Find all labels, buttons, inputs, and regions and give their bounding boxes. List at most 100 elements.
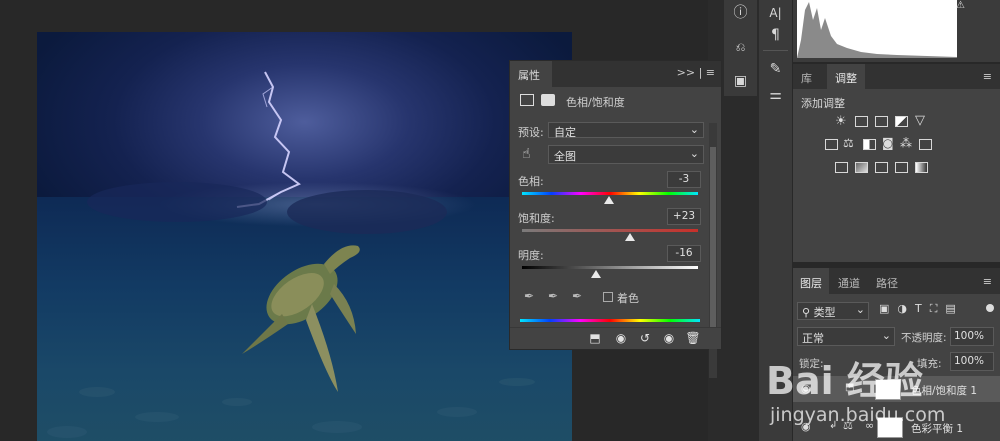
saturation-slider[interactable]	[522, 229, 698, 232]
color-bar	[520, 319, 700, 322]
exposure-icon[interactable]	[895, 116, 908, 127]
colorize-checkbox[interactable]	[603, 292, 613, 302]
reset-icon[interactable]: ↺	[636, 331, 654, 347]
delete-icon[interactable]: 🗑	[684, 331, 702, 347]
opacity-label: 不透明度:	[901, 332, 947, 344]
selective-color-icon[interactable]	[895, 162, 908, 173]
document-canvas[interactable]	[37, 32, 572, 441]
saturation-input[interactable]: +23	[667, 208, 701, 225]
layers-tabbar: 图层 通道 路径 ≡	[793, 268, 1000, 294]
histogram-graph	[797, 0, 957, 58]
panel-menu-icon[interactable]: ≡	[983, 275, 992, 288]
chevron-down-icon: ⌄	[881, 329, 891, 342]
panel-menu-icon[interactable]: ≡	[983, 70, 992, 83]
blend-mode-select[interactable]: 正常 ⌄	[797, 327, 895, 346]
layer-comps-icon[interactable]: ▣	[728, 70, 753, 92]
tab-adjustments[interactable]: 调整	[827, 64, 865, 89]
scrollbar-thumb[interactable]	[710, 147, 716, 337]
tool-icon-column: A| ¶ ✎ ⚌	[759, 0, 792, 441]
color-lookup-icon[interactable]	[919, 139, 932, 150]
hue-slider[interactable]	[522, 192, 698, 195]
tab-paths[interactable]: 路径	[869, 268, 905, 294]
filter-toggle[interactable]	[986, 304, 994, 312]
properties-footer: ⬒ ◉ ↺ ◉ 🗑	[510, 327, 721, 349]
panel-menu-icon[interactable]: ≡	[706, 66, 715, 79]
tab-layers[interactable]: 图层	[793, 268, 829, 294]
lock-label: 锁定:	[799, 358, 824, 370]
adjustment-title: 色相/饱和度	[566, 96, 625, 109]
photo-filter-icon[interactable]: ◙	[882, 136, 894, 150]
tab-channels[interactable]: 通道	[831, 268, 867, 294]
vibrance-icon[interactable]: ▽	[915, 113, 925, 128]
invert-icon[interactable]	[835, 162, 848, 173]
saturation-label: 饱和度:	[518, 212, 555, 225]
target-adjust-icon[interactable]: ☝	[522, 146, 531, 162]
collapse-button[interactable]: >> | ≡	[677, 66, 715, 79]
fill-input[interactable]: 100%	[950, 352, 994, 371]
lightness-slider[interactable]	[522, 266, 698, 269]
layer-row[interactable]: ◉ ↲ ⚖ ∞ 色彩平衡 1	[793, 414, 1000, 440]
hue-input[interactable]: -3	[667, 171, 701, 188]
posterize-icon[interactable]	[855, 162, 868, 173]
chevron-down-icon: ⌄	[689, 147, 699, 160]
brush-settings-icon[interactable]: ⚌	[763, 84, 788, 106]
layers-panel: 图层 通道 路径 ≡ ⚲ 类型 ⌄ ▣◑T⛶▤ 正常 ⌄ 不透明度: 100% …	[793, 268, 1000, 441]
levels-icon[interactable]	[855, 116, 868, 127]
lightness-slider-thumb[interactable]	[590, 270, 601, 278]
history-icon[interactable]: ⎌	[728, 36, 753, 58]
layer-mask-thumbnail[interactable]	[877, 417, 903, 438]
info-icon[interactable]: ⓘ	[728, 2, 753, 24]
saturation-slider-thumb[interactable]	[625, 233, 636, 241]
visibility-icon[interactable]: ◉	[801, 382, 811, 395]
black-white-icon[interactable]	[863, 139, 876, 150]
histogram-panel: ⚠	[793, 0, 1000, 62]
adjustments-tabbar: 库 调整 ≡	[793, 64, 1000, 89]
colorize-label: 着色	[617, 292, 639, 305]
properties-tabbar: 属性 >> | ≡	[510, 61, 721, 87]
filter-icons[interactable]: ▣◑T⛶▤	[879, 302, 964, 316]
add-adjustment-title: 添加调整	[801, 97, 845, 110]
clip-icon: ↲	[829, 420, 838, 431]
opacity-input[interactable]: 100%	[950, 327, 994, 346]
lightning-bolt	[236, 71, 301, 208]
warning-icon[interactable]: ⚠	[956, 0, 965, 11]
layer-row[interactable]: ◉ ⬒ 色相/饱和度 1	[793, 376, 1000, 402]
tab-properties[interactable]: 属性	[510, 61, 552, 87]
preset-value: 自定	[554, 126, 576, 139]
hue-slider-thumb[interactable]	[603, 196, 614, 204]
brush-icon[interactable]: ✎	[763, 58, 788, 80]
threshold-icon[interactable]	[875, 162, 888, 173]
clip-to-layer-icon[interactable]: ⬒	[586, 331, 604, 347]
layer-mask-thumbnail[interactable]	[875, 379, 901, 400]
gradient-map-icon[interactable]	[915, 162, 928, 173]
lightness-input[interactable]: -16	[667, 245, 701, 262]
channel-select[interactable]: 全图 ⌄	[548, 145, 704, 164]
brightness-contrast-icon[interactable]: ☀	[835, 114, 847, 129]
layer-name[interactable]: 色彩平衡 1	[911, 421, 963, 436]
link-icon: ∞	[865, 419, 875, 432]
color-balance-icon[interactable]: ⚖	[843, 136, 854, 150]
eyedropper-subtract-icon[interactable]: ✒	[572, 289, 582, 303]
character-icon[interactable]: A|	[763, 2, 788, 24]
layer-name[interactable]: 色相/饱和度 1	[911, 383, 977, 398]
adjustment-layer-icon: ⬒	[845, 382, 855, 393]
mask-icon[interactable]	[541, 94, 555, 106]
histogram-svg	[797, 2, 957, 58]
canvas-artwork	[47, 71, 535, 438]
layer-filter-select[interactable]: ⚲ 类型 ⌄	[797, 302, 869, 320]
hue-label: 色相:	[518, 175, 544, 188]
paragraph-icon[interactable]: ¶	[763, 24, 788, 46]
preset-select[interactable]: 自定 ⌄	[548, 122, 704, 139]
eyedropper-icon[interactable]: ✒	[524, 289, 534, 303]
visibility-icon[interactable]: ◉	[660, 331, 678, 347]
blend-mode-value: 正常	[802, 332, 824, 345]
hue-saturation-adj-icon[interactable]	[825, 139, 838, 150]
view-previous-icon[interactable]: ◉	[612, 331, 630, 347]
curves-icon[interactable]	[875, 116, 888, 127]
tab-library[interactable]: 库	[793, 64, 820, 89]
channel-value: 全图	[554, 150, 576, 163]
eyedropper-add-icon[interactable]: ✒	[548, 289, 558, 303]
channel-mixer-icon[interactable]: ⁂	[900, 136, 912, 150]
chevron-down-icon: ⌄	[855, 303, 865, 316]
visibility-icon[interactable]: ◉	[801, 420, 811, 433]
